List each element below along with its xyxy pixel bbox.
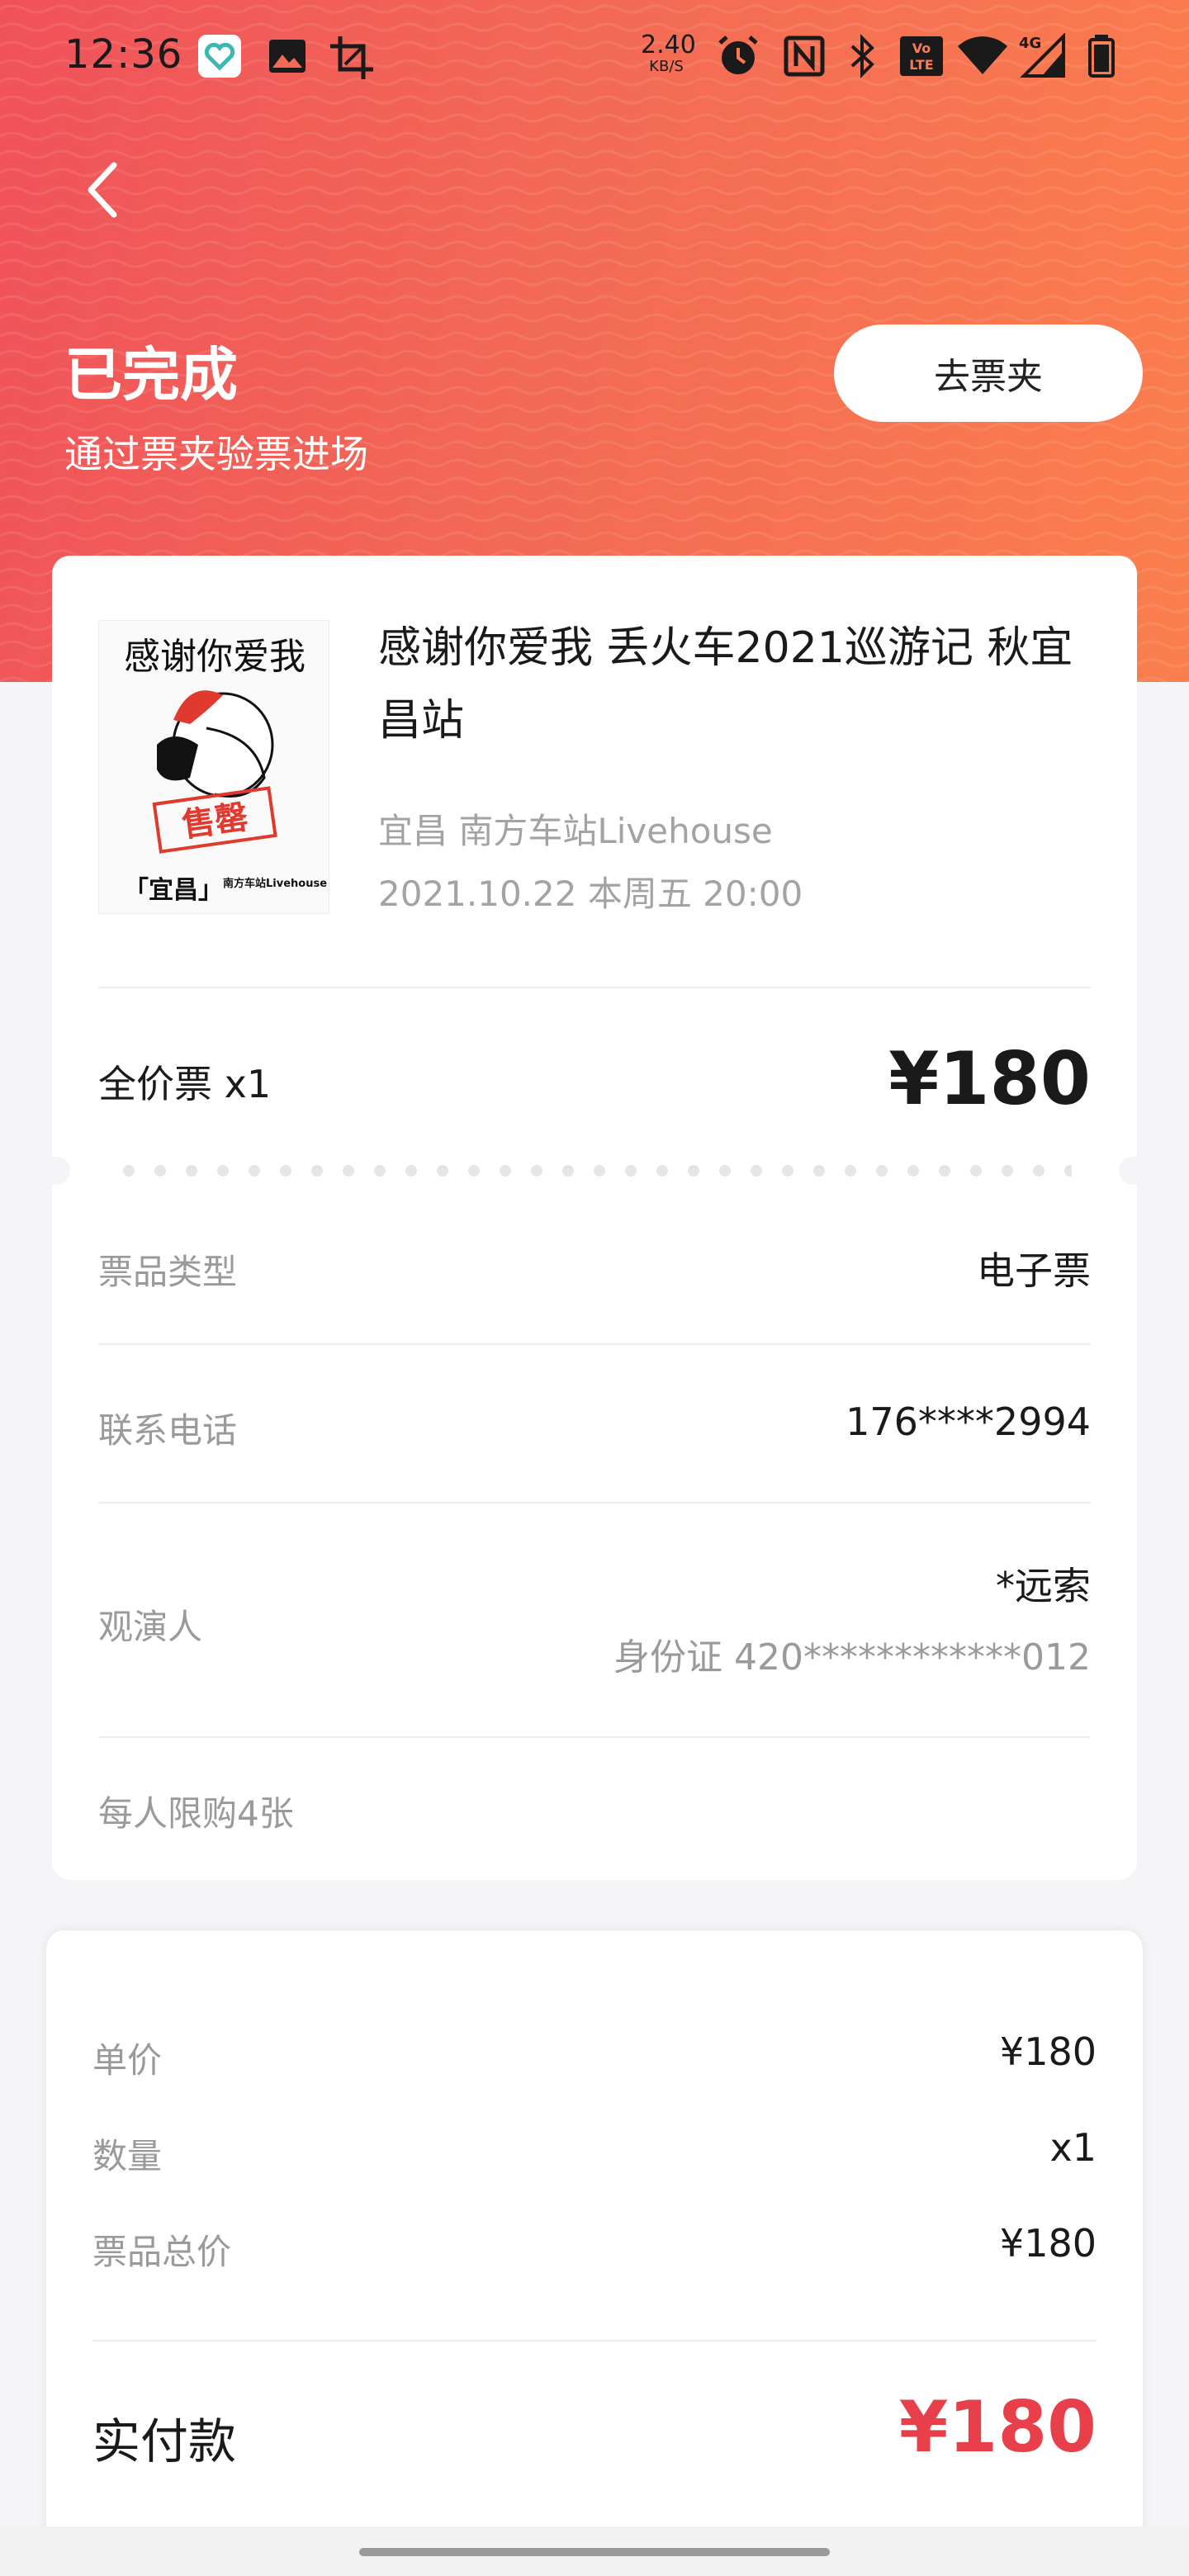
perforation-dot: [217, 1165, 229, 1177]
viewer-label: 观演人: [98, 1607, 203, 1647]
perforation-dot: [280, 1165, 291, 1177]
ticket-notch-right: [1119, 1157, 1155, 1185]
perforation-dot: [907, 1165, 919, 1177]
perforation-dot: [1033, 1165, 1045, 1177]
perforation-dot: [405, 1165, 417, 1177]
network-type-label: 4G: [1019, 35, 1041, 52]
poster-venue: 南方车站Livehouse: [223, 877, 327, 890]
chevron-left-icon: [88, 162, 117, 218]
bluetooth-icon: [842, 33, 883, 83]
wifi-icon: [956, 33, 1009, 83]
unit-price-label: 单价: [92, 2040, 163, 2081]
phone-value: 176****2994: [846, 1399, 1091, 1444]
svg-text:Vo: Vo: [912, 40, 931, 56]
show-poster[interactable]: 感谢你爱我 售罄 「宜昌」 南方车站Livehouse: [98, 620, 329, 914]
perforation-dot: [311, 1165, 323, 1177]
ticket-price: ¥180: [888, 1036, 1091, 1121]
ticket-total-label: 票品总价: [92, 2232, 232, 2272]
perforation-dot: [939, 1165, 950, 1177]
gallery-icon: [264, 33, 310, 83]
perforation-dot: [594, 1165, 605, 1177]
home-indicator[interactable]: [359, 2548, 830, 2556]
ticket-total-value: ¥180: [999, 2221, 1097, 2266]
perforation-dot: [343, 1165, 354, 1177]
perforation-dot: [876, 1165, 888, 1177]
perforation-dot: [154, 1165, 166, 1177]
phone-label: 联系电话: [98, 1410, 238, 1451]
heart-app-icon: [197, 33, 243, 83]
ticket-notch-left: [34, 1157, 70, 1185]
poster-artwork: 感谢你爱我 售罄 「宜昌」 南方车站Livehouse: [124, 636, 327, 905]
page-subtitle: 通过票夹验票进场: [64, 432, 368, 476]
perforation-dot: [782, 1165, 793, 1177]
perforation-dot: [688, 1165, 699, 1177]
net-speed-value: 2.40: [641, 31, 696, 59]
perforation-dot: [468, 1165, 480, 1177]
unit-price-value: ¥180: [999, 2029, 1097, 2074]
go-to-ticket-wallet-button[interactable]: 去票夹: [834, 324, 1143, 422]
purchase-limit-note: 每人限购4张: [98, 1793, 294, 1834]
quantity-label: 数量: [92, 2136, 163, 2176]
ticket-type-value: 电子票: [977, 1248, 1091, 1293]
net-speed-unit: KB/S: [649, 58, 684, 75]
perforation-dot: [249, 1165, 260, 1177]
show-datetime: 2021.10.22 本周五 20:00: [378, 874, 803, 914]
viewer-name: *远索: [996, 1564, 1091, 1608]
cellular-signal-icon: 4G: [1017, 32, 1067, 83]
perforation-dot: [625, 1165, 637, 1177]
perforation-dot: [1002, 1165, 1013, 1177]
payment-summary-card: 单价 ¥180 数量 x1 票品总价 ¥180: [46, 1930, 1143, 2576]
amount-paid-label: 实付款: [92, 2413, 237, 2469]
battery-icon: [1087, 33, 1116, 83]
page-title: 已完成: [64, 341, 238, 409]
perforation-dot: [751, 1165, 762, 1177]
viewer-id: 身份证 420************012: [613, 1636, 1091, 1679]
back-button[interactable]: [74, 157, 132, 223]
perforation-dot: [123, 1165, 135, 1177]
perforation-dot: [845, 1165, 856, 1177]
amount-paid-value: ¥180: [898, 2386, 1097, 2469]
perforation-dot: [719, 1165, 731, 1177]
divider: [92, 2340, 1097, 2342]
ticket-card: 感谢你爱我 售罄 「宜昌」 南方车站Livehouse 感谢你爱我 丢火车202…: [34, 556, 1155, 1880]
nfc-icon: [781, 33, 827, 83]
divider: [98, 1343, 1091, 1345]
perforation-dot: [500, 1165, 511, 1177]
divider: [98, 987, 1091, 988]
net-speed: 2.40 KB/S: [641, 31, 696, 75]
perforation-dot: [562, 1165, 574, 1177]
perforation-dot: [531, 1165, 542, 1177]
ticket-type-label: 票品类型: [98, 1252, 238, 1292]
ticket-type-quantity: 全价票 x1: [98, 1062, 272, 1106]
perforation-dot: [186, 1165, 197, 1177]
status-bar: 12:36 2.40 KB/S Vo LTE 4G: [0, 0, 1189, 112]
status-time: 12:36: [64, 31, 183, 78]
divider: [98, 1736, 1091, 1738]
poster-stamp: 售罄: [180, 798, 251, 845]
perforation-dot: [656, 1165, 668, 1177]
perforation-dot: [1064, 1165, 1072, 1177]
volte-icon: Vo LTE: [898, 33, 945, 83]
perforation-line: [123, 1165, 1072, 1177]
poster-text-top: 感谢你爱我: [124, 636, 306, 678]
perforation-dot: [813, 1165, 825, 1177]
divider: [98, 1502, 1091, 1503]
show-venue: 宜昌 南方车站Livehouse: [378, 811, 773, 851]
alarm-icon: [715, 33, 761, 83]
perforation-dot: [970, 1165, 982, 1177]
perforation-dot: [437, 1165, 448, 1177]
show-title[interactable]: 感谢你爱我 丢火车2021巡游记 秋宜昌站: [378, 612, 1088, 757]
quantity-value: x1: [1049, 2125, 1097, 2170]
perforation-dot: [374, 1165, 386, 1177]
poster-city: 「宜昌」: [124, 876, 223, 905]
crop-icon: [327, 33, 377, 86]
svg-text:LTE: LTE: [909, 57, 933, 73]
